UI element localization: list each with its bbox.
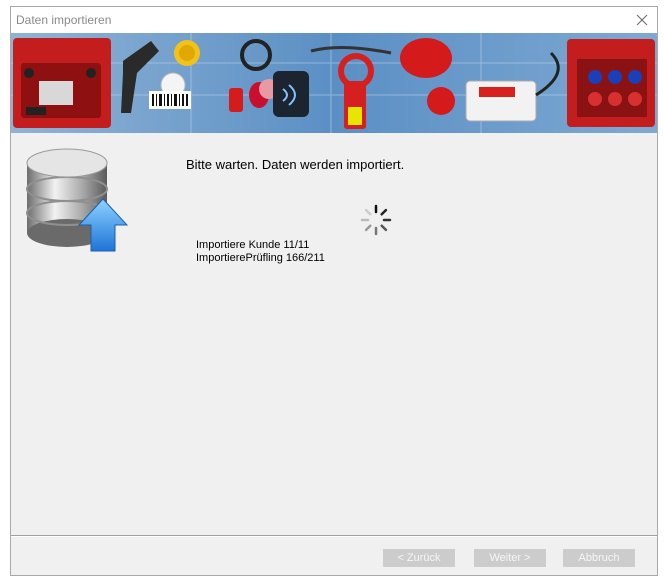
header-banner-image [11,33,657,133]
content-area: Bitte warten. Daten werden importiert. I… [11,133,657,535]
progress-line-pruefling: ImportierePrüfling 166/211 [196,252,325,264]
red-test-case-right [567,39,655,127]
progress-line-kunde: Importiere Kunde 11/11 [196,239,310,251]
import-dialog: Daten importieren Bitte warten. Daten we… [10,6,658,576]
next-button[interactable]: Weiter > [474,549,546,567]
loading-spinner-icon [359,203,393,237]
progress-text: Importiere Kunde 11/11 ImportierePrüflin… [196,239,325,265]
red-test-case-left [13,38,111,128]
database-upload-icon [19,143,131,255]
cancel-button[interactable]: Abbruch [563,549,635,567]
close-icon[interactable] [633,11,651,29]
title-bar[interactable]: Daten importieren [11,7,657,33]
footer-divider-highlight [11,536,657,537]
back-button[interactable]: < Zurück [383,549,455,567]
status-title: Bitte warten. Daten werden importiert. [186,157,405,172]
window-title: Daten importieren [16,13,112,27]
